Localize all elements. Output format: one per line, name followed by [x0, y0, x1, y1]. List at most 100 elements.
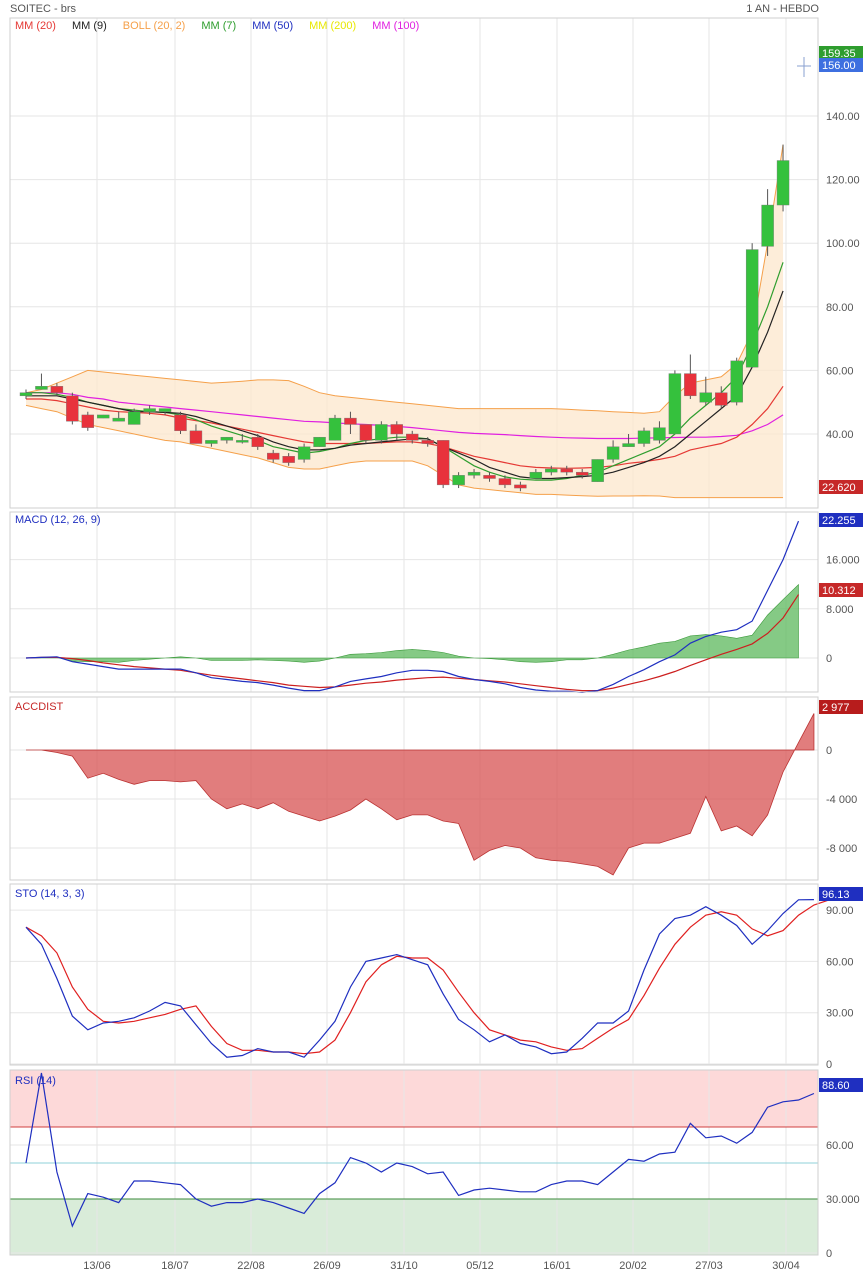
candle-body	[143, 408, 156, 412]
rsi-oversold-zone	[10, 1199, 818, 1255]
macd-signal-badge: 10.312	[822, 585, 856, 597]
legend-item-5: MM (200)	[309, 20, 356, 32]
x-tick-0: 13/06	[83, 1260, 111, 1272]
y-tick-price-3: 80.00	[826, 302, 854, 314]
candle-body	[112, 417, 125, 422]
y-tick-macd-2: 0	[826, 653, 832, 665]
accdist-badge: 2 977	[822, 702, 850, 714]
candle-body	[50, 386, 64, 393]
candle-body	[328, 417, 342, 441]
stochastic-badge: 96.13	[822, 889, 850, 901]
candle-body	[668, 373, 682, 435]
candle-body	[529, 471, 543, 479]
legend-item-3: MM (7)	[201, 20, 236, 32]
y-tick-macd-1: 8.000	[826, 604, 854, 616]
candle-body	[406, 433, 419, 441]
candle-body	[390, 424, 403, 435]
legend-item-2: BOLL (20, 2)	[123, 20, 186, 32]
candle-body	[452, 475, 465, 486]
candle-body	[174, 414, 187, 432]
y-tick-rsi-2: 0	[826, 1248, 832, 1260]
stochastic-title: STO (14, 3, 3)	[15, 888, 85, 900]
y-tick-price-2: 100.00	[826, 238, 860, 250]
legend-item-4: MM (50)	[252, 20, 293, 32]
y-tick-rsi-0: 60.00	[826, 1140, 854, 1152]
candle-body	[66, 395, 79, 422]
candle-body	[359, 424, 373, 441]
candle-body	[699, 392, 712, 403]
candle-body	[127, 411, 141, 425]
rsi-badge: 88.60	[822, 1080, 850, 1092]
y-tick-macd-0: 16.000	[826, 555, 860, 567]
candle-body	[776, 160, 790, 206]
candle-body	[375, 424, 388, 441]
y-tick-sto-1: 60.00	[826, 956, 854, 968]
bollinger-band-fill	[26, 144, 784, 498]
candle-body	[267, 452, 280, 460]
candle-body	[282, 456, 295, 463]
y-tick-accdist-1: -4 000	[826, 794, 857, 806]
legend-item-0: MM (20)	[15, 20, 56, 32]
candle-body	[498, 478, 512, 486]
candle-body	[158, 408, 172, 412]
rsi-title: RSI (14)	[15, 1075, 56, 1087]
candle-body	[684, 373, 697, 397]
candle-body	[97, 414, 110, 419]
candle-body	[189, 430, 203, 444]
candle-body	[313, 436, 326, 447]
candle-body	[81, 414, 95, 428]
y-tick-rsi-1: 30.000	[826, 1194, 860, 1206]
macd-title: MACD (12, 26, 9)	[15, 514, 101, 526]
candle-body	[436, 440, 450, 486]
candle-body	[251, 436, 264, 447]
y-tick-sto-0: 90.00	[826, 905, 854, 917]
candle-body	[560, 468, 573, 473]
y-tick-price-4: 60.00	[826, 365, 854, 377]
macd-badge: 22.255	[822, 515, 856, 527]
y-tick-accdist-0: 0	[826, 745, 832, 757]
x-tick-8: 27/03	[695, 1260, 723, 1272]
x-tick-6: 16/01	[543, 1260, 571, 1272]
legend-item-6: MM (100)	[372, 20, 419, 32]
accdist-title: ACCDIST	[15, 701, 64, 713]
price-badge-low: 22.620	[822, 482, 856, 494]
x-tick-7: 20/02	[619, 1260, 647, 1272]
candle-body	[606, 446, 620, 460]
legend-item-1: MM (9)	[72, 20, 107, 32]
price-badge-last: 156.00	[822, 60, 856, 72]
candle-body	[236, 440, 249, 443]
panel-frame-macd	[9, 511, 819, 693]
y-tick-price-1: 120.00	[826, 175, 860, 187]
y-tick-accdist-2: -8 000	[826, 843, 857, 855]
x-tick-2: 22/08	[237, 1260, 265, 1272]
x-tick-9: 30/04	[772, 1260, 800, 1272]
candle-body	[576, 471, 589, 476]
candle-body	[653, 427, 666, 441]
candle-body	[514, 484, 527, 489]
candle-body	[545, 468, 558, 473]
candle-body	[297, 446, 311, 460]
candle-body	[35, 386, 48, 390]
candle-body	[483, 475, 496, 479]
candle-body	[637, 430, 651, 444]
candle-body	[467, 471, 481, 476]
candle-body	[591, 459, 604, 482]
candle-body	[622, 443, 635, 447]
x-tick-1: 18/07	[161, 1260, 189, 1272]
bollinger-upper-line	[25, 144, 784, 414]
macd-histogram-area	[26, 583, 799, 663]
candle-body	[730, 360, 743, 403]
y-tick-sto-2: 30.00	[826, 1008, 854, 1020]
candle-body	[745, 249, 759, 368]
candle-body	[344, 417, 357, 425]
x-tick-4: 31/10	[390, 1260, 418, 1272]
candle-body	[19, 392, 33, 397]
candle-body	[761, 204, 774, 247]
accdist-area	[26, 713, 815, 876]
x-tick-5: 05/12	[466, 1260, 494, 1272]
candle-body	[421, 440, 434, 444]
x-tick-3: 26/09	[313, 1260, 341, 1272]
chart-canvas: 140.00120.00100.0080.0060.0040.00159.351…	[9, 17, 863, 1272]
y-tick-sto-3: 0	[826, 1059, 832, 1071]
candle-body	[205, 440, 218, 444]
